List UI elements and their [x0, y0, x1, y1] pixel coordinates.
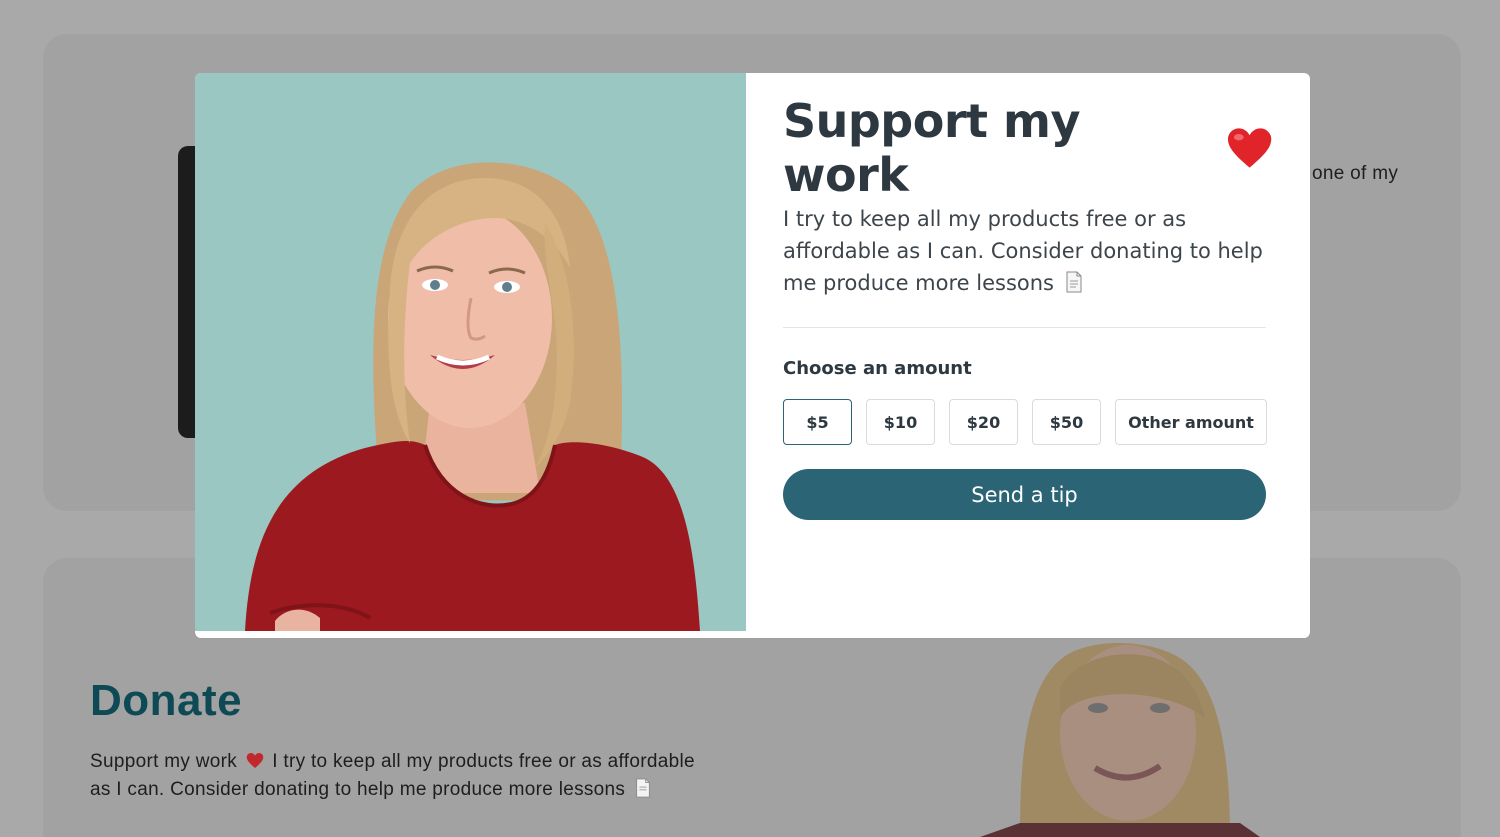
portrait-photo: [195, 73, 746, 631]
modal-title-text: Support my work: [783, 94, 1080, 202]
amount-button-50[interactable]: $50: [1032, 399, 1101, 445]
send-tip-button[interactable]: Send a tip: [783, 469, 1266, 520]
amount-button-10[interactable]: $10: [866, 399, 935, 445]
modal-description-text: I try to keep all my products free or as…: [783, 207, 1263, 295]
other-amount-button[interactable]: Other amount: [1115, 399, 1267, 445]
document-icon: [635, 778, 650, 798]
document-icon: [1066, 271, 1082, 293]
support-modal: Support my work I try to keep all my pro…: [195, 73, 1310, 638]
heart-icon: [1227, 128, 1272, 168]
amount-options: $5 $10 $20 $50 Other amount: [783, 399, 1273, 445]
amount-button-20[interactable]: $20: [949, 399, 1018, 445]
divider: [783, 327, 1266, 328]
modal-content: Support my work I try to keep all my pro…: [746, 73, 1310, 638]
modal-description: I try to keep all my products free or as…: [783, 203, 1273, 299]
background-partial-text: one of my: [1312, 163, 1399, 184]
amount-label: Choose an amount: [783, 358, 972, 379]
amount-button-5[interactable]: $5: [783, 399, 852, 445]
donate-body: Support my work I try to keep all my pro…: [90, 748, 700, 804]
background-portrait-photo: [980, 638, 1260, 837]
heart-icon: [246, 753, 263, 768]
donate-title: Donate: [90, 676, 243, 725]
donate-body-prefix: Support my work: [90, 751, 238, 772]
modal-title: Support my work: [783, 94, 1273, 202]
